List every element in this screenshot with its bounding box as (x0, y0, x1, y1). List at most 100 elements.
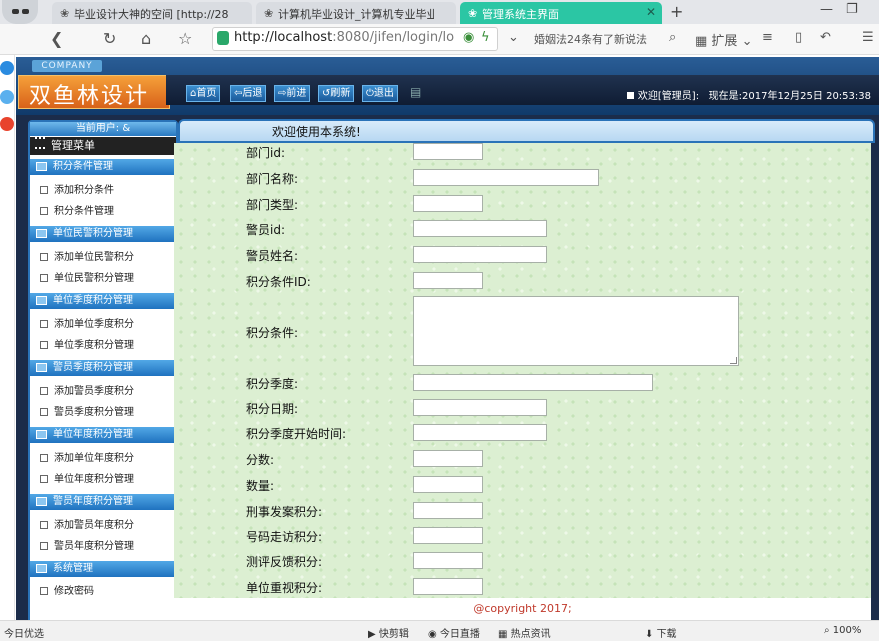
content-title: 欢迎使用本系统! (272, 125, 361, 139)
folder-icon (36, 496, 47, 506)
status-quick-clip[interactable]: ▶ 快剪辑 (368, 625, 409, 640)
hamburger-icon[interactable]: ☰ (862, 30, 874, 45)
search-icon[interactable]: ⌕ (669, 30, 676, 45)
menu-item[interactable]: 警员年度积分管理 (40, 537, 134, 552)
officer-name-input[interactable] (413, 246, 547, 263)
score-date-input[interactable] (413, 399, 547, 416)
dept-type-input[interactable] (413, 195, 483, 212)
grip-icon: ▤ (410, 85, 422, 99)
menu-item[interactable]: 添加单位季度积分 (40, 315, 134, 330)
field-label: 刑事发案积分: (246, 505, 323, 519)
undo-icon[interactable]: ↶ (820, 30, 831, 45)
logout-button[interactable]: ⏻退出 (362, 85, 398, 102)
page-icon (40, 207, 48, 215)
attention-score-input[interactable] (413, 578, 483, 595)
status-download[interactable]: ⬇ 下载 (645, 625, 677, 640)
menu-item[interactable]: 添加警员季度积分 (40, 382, 134, 397)
dept-id-input[interactable] (413, 143, 483, 160)
status-live[interactable]: ◉ 今日直播 (428, 625, 480, 640)
bookmark-icon[interactable] (0, 61, 14, 75)
menu-item[interactable]: 单位季度积分管理 (40, 336, 134, 351)
field-label: 数量: (246, 479, 275, 493)
menu-group[interactable]: 单位民警积分管理 (30, 226, 176, 242)
menu-group[interactable]: 警员年度积分管理 (30, 494, 176, 510)
cloud-icon[interactable] (0, 90, 14, 104)
browser-side-strip (0, 55, 15, 620)
menu-item[interactable]: 修改密码 (40, 582, 94, 597)
visit-score-input[interactable] (413, 527, 483, 544)
menu-item[interactable]: 单位年度积分管理 (40, 470, 134, 485)
field-label: 积分条件: (246, 326, 299, 340)
score-input[interactable] (413, 450, 483, 467)
weibo-icon[interactable] (0, 117, 14, 131)
star-icon[interactable]: ☆ (178, 29, 192, 48)
menu-item[interactable]: 添加单位民警积分 (40, 248, 134, 263)
content-title-bar: 欢迎使用本系统! (178, 119, 875, 143)
browser-tab[interactable]: ❀ 毕业设计大神的空间 [http://28 (52, 2, 252, 24)
feedback-score-input[interactable] (413, 552, 483, 569)
paw-icon: ❀ (468, 7, 478, 20)
copyright-footer: @copyright 2017; (174, 598, 871, 620)
refresh-button[interactable]: ↺刷新 (318, 85, 355, 102)
lightning-icon[interactable]: ϟ (481, 30, 490, 45)
quarter-start-input[interactable] (413, 424, 547, 441)
resize-grip-icon[interactable] (730, 357, 737, 364)
menu-group[interactable]: 警员季度积分管理 (30, 360, 176, 376)
home-button[interactable]: ⌂首页 (186, 85, 221, 102)
dept-name-input[interactable] (413, 169, 599, 186)
address-bar[interactable]: http://localhost:8080/jifen/login/lo ◉ ϟ (212, 27, 498, 51)
menu-group[interactable]: 单位季度积分管理 (30, 293, 176, 309)
menu-title: 管理菜单 (30, 137, 176, 155)
tablet-icon[interactable]: ▯ (795, 30, 802, 45)
new-tab-button[interactable]: + (670, 2, 683, 21)
extensions-button[interactable]: ▦ 扩展 ⌄ (695, 30, 752, 49)
page-icon (40, 542, 48, 550)
news-ticker[interactable]: 婚姻法24条有了新说法 (534, 31, 647, 47)
quarter-input[interactable] (413, 374, 653, 391)
condition-textarea[interactable] (413, 296, 739, 366)
field-label: 积分条件ID: (246, 275, 311, 289)
folder-icon (36, 429, 47, 439)
field-label: 分数: (246, 453, 275, 467)
condition-id-input[interactable] (413, 272, 483, 289)
status-news[interactable]: ▦ 热点资讯 (498, 625, 551, 640)
minimize-icon[interactable]: — (820, 2, 833, 17)
quantity-input[interactable] (413, 476, 483, 493)
status-today-picks[interactable]: 今日优选 (4, 625, 44, 640)
ie-mode-icon[interactable]: ◉ (463, 30, 474, 45)
browser-tab[interactable]: ❀ 计算机毕业设计_计算机专业毕业 (256, 2, 456, 24)
back-button[interactable]: ⇦后退 (230, 85, 267, 102)
shield-icon (217, 31, 229, 45)
zoom-level[interactable]: ⌕ 100% (824, 625, 861, 636)
field-label: 积分季度开始时间: (246, 427, 347, 441)
back-arrow-icon[interactable]: ❮ (50, 29, 63, 48)
field-label: 部门类型: (246, 198, 299, 212)
forward-button[interactable]: ⇨前进 (274, 85, 311, 102)
menu-item[interactable]: 添加积分条件 (40, 181, 114, 196)
menu-group[interactable]: 系统管理 (30, 561, 176, 577)
officer-id-input[interactable] (413, 220, 547, 237)
restore-icon[interactable]: ❐ (846, 2, 858, 17)
page-icon (40, 253, 48, 261)
menu-item[interactable]: 添加警员年度积分 (40, 516, 134, 531)
user-avatar[interactable] (2, 0, 38, 24)
browser-tab-active[interactable]: ❀ 管理系统主界面 ✕ (460, 2, 662, 24)
browser-tab-bar: ❀ 毕业设计大神的空间 [http://28 ❀ 计算机毕业设计_计算机专业毕业… (0, 0, 879, 24)
close-tab-icon[interactable]: ✕ (646, 5, 656, 19)
reload-icon[interactable]: ↻ (103, 29, 116, 48)
menu-item[interactable]: 积分条件管理 (40, 202, 114, 217)
menu-group[interactable]: 积分条件管理 (30, 159, 176, 175)
admin-app: COMPANY 双鱼林设计 ⌂首页 ⇦后退 ⇨前进 ↺刷新 ⏻退出 ▤ 欢迎[管… (16, 57, 879, 624)
page-icon (40, 521, 48, 529)
home-icon[interactable]: ⌂ (141, 29, 151, 48)
menu-item[interactable]: 添加单位年度积分 (40, 449, 134, 464)
left-menu: 当前用户: & 管理菜单 积分条件管理 添加积分条件 积分条件管理 单位民警积分… (28, 120, 178, 624)
menu-item[interactable]: 单位民警积分管理 (40, 269, 134, 284)
menu-icon[interactable]: ≡ (762, 30, 773, 45)
menu-item[interactable]: 警员季度积分管理 (40, 403, 134, 418)
criminal-score-input[interactable] (413, 502, 483, 519)
menu-group[interactable]: 单位年度积分管理 (30, 427, 176, 443)
chevron-down-icon[interactable]: ⌄ (508, 30, 519, 45)
app-logo: 双鱼林设计 (18, 75, 170, 109)
folder-icon (36, 228, 47, 238)
